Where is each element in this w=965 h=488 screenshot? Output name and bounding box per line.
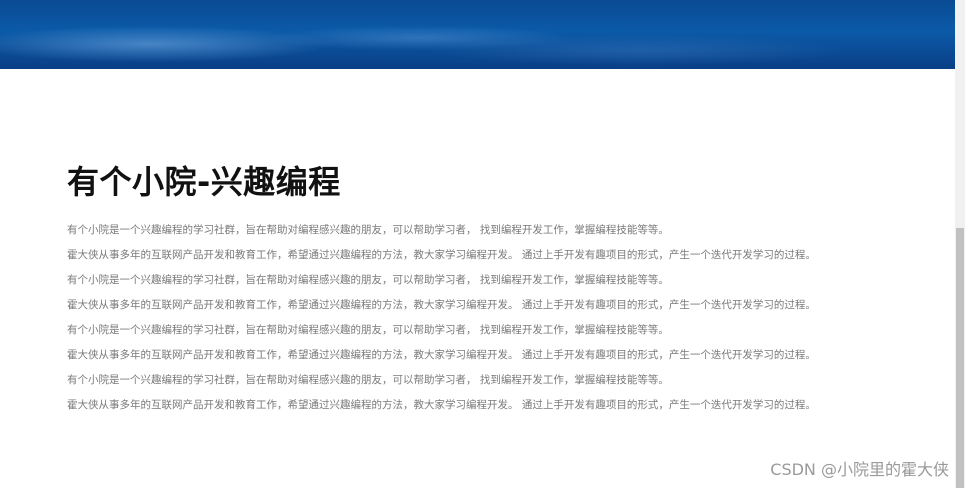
paragraph: 有个小院是一个兴趣编程的学习社群，旨在帮助对编程感兴趣的朋友，可以帮助学习者， …	[67, 274, 669, 286]
page-title: 有个小院-兴趣编程	[67, 163, 341, 201]
paragraph: 霍大侠从事多年的互联网产品开发和教育工作，希望通过兴趣编程的方法，教大家学习编程…	[67, 349, 816, 361]
csdn-watermark: CSDN @小院里的霍大侠	[770, 460, 949, 479]
paragraph: 有个小院是一个兴趣编程的学习社群，旨在帮助对编程感兴趣的朋友，可以帮助学习者， …	[67, 224, 669, 236]
scrollbar-thumb[interactable]	[956, 228, 964, 488]
page: 有个小院-兴趣编程 有个小院是一个兴趣编程的学习社群，旨在帮助对编程感兴趣的朋友…	[0, 0, 965, 488]
paragraph: 有个小院是一个兴趣编程的学习社群，旨在帮助对编程感兴趣的朋友，可以帮助学习者， …	[67, 324, 669, 336]
paragraph: 霍大侠从事多年的互联网产品开发和教育工作，希望通过兴趣编程的方法，教大家学习编程…	[67, 249, 816, 261]
paragraph: 有个小院是一个兴趣编程的学习社群，旨在帮助对编程感兴趣的朋友，可以帮助学习者， …	[67, 374, 669, 386]
main-content: 有个小院-兴趣编程 有个小院是一个兴趣编程的学习社群，旨在帮助对编程感兴趣的朋友…	[67, 160, 927, 418]
paragraph-list: 有个小院是一个兴趣编程的学习社群，旨在帮助对编程感兴趣的朋友，可以帮助学习者， …	[67, 218, 927, 418]
paragraph: 霍大侠从事多年的互联网产品开发和教育工作，希望通过兴趣编程的方法，教大家学习编程…	[67, 399, 816, 411]
paragraph: 霍大侠从事多年的互联网产品开发和教育工作，希望通过兴趣编程的方法，教大家学习编程…	[67, 299, 816, 311]
vertical-scrollbar[interactable]	[955, 0, 965, 488]
header-banner-image	[0, 0, 955, 69]
